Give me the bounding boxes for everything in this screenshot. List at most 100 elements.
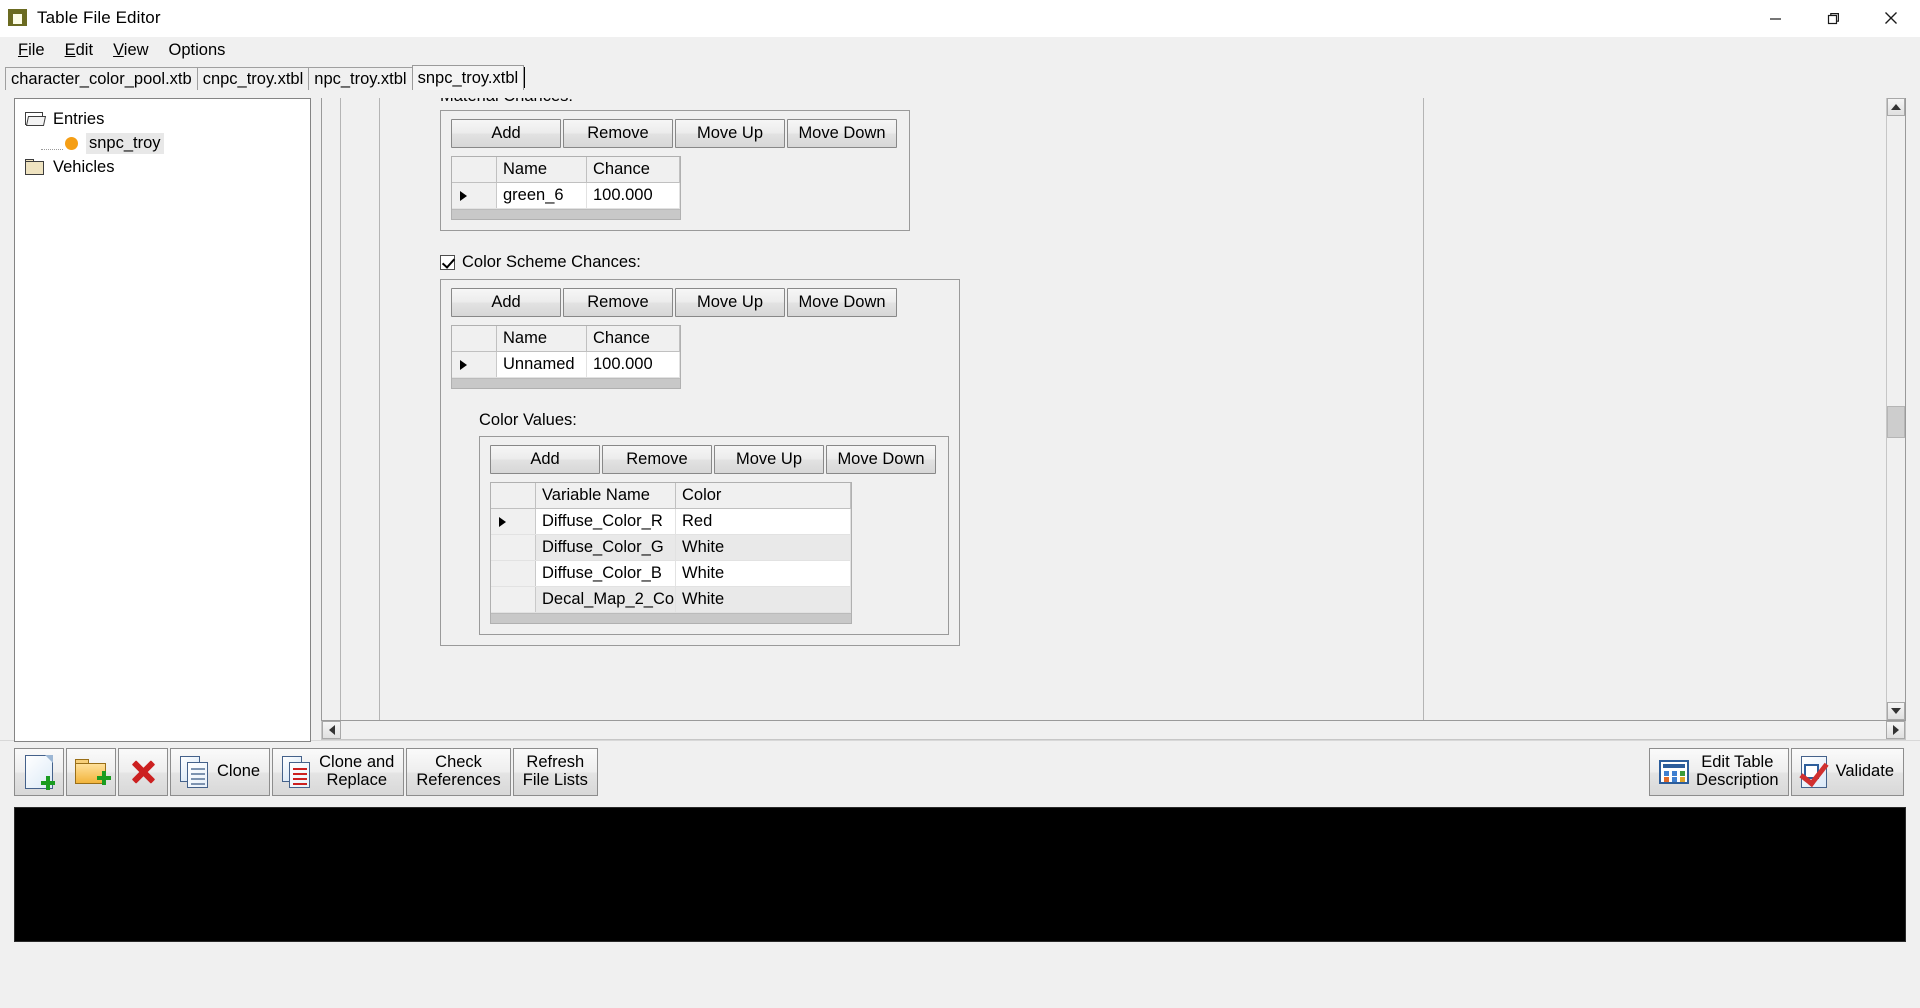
- material-chances-label: Material Chances:: [440, 98, 573, 106]
- color-values-cell-variable-name[interactable]: Diffuse_Color_B: [536, 561, 676, 586]
- menu-edit-rest: dit: [75, 40, 94, 59]
- check-references-line1: Check: [435, 753, 482, 772]
- row-marker-header: [452, 157, 497, 182]
- color-scheme-chances-frame: Add Remove Move Up Move Down Name Chance…: [440, 279, 960, 646]
- tab-character-color-pool[interactable]: character_color_pool.xtb: [5, 67, 198, 90]
- editor-vertical-scrollbar[interactable]: [1886, 98, 1905, 720]
- refresh-file-lists-button[interactable]: Refresh File Lists: [512, 748, 598, 796]
- color-scheme-chances-add-button[interactable]: Add: [451, 288, 561, 317]
- row-selector[interactable]: [491, 535, 536, 560]
- tree-node-snpc-troy[interactable]: snpc_troy: [25, 131, 310, 155]
- color-scheme-chances-col-name[interactable]: Name: [497, 326, 587, 351]
- color-values-grid-hscrollbar[interactable]: [491, 613, 851, 623]
- material-chances-move-up-button[interactable]: Move Up: [675, 119, 785, 148]
- menu-file[interactable]: File: [8, 39, 55, 62]
- material-chances-cell-chance[interactable]: 100.000: [587, 183, 680, 208]
- color-scheme-chances-cell-name[interactable]: Unnamed: [497, 352, 587, 377]
- material-chances-col-name[interactable]: Name: [497, 157, 587, 182]
- scroll-left-button[interactable]: [322, 721, 341, 739]
- row-selector[interactable]: [491, 587, 536, 612]
- color-scheme-chances-col-chance[interactable]: Chance: [587, 326, 680, 351]
- color-values-cell-variable-name[interactable]: Diffuse_Color_G: [536, 535, 676, 560]
- tab-snpc-troy[interactable]: snpc_troy.xtbl: [411, 65, 525, 90]
- tab-npc-troy[interactable]: npc_troy.xtbl: [308, 67, 413, 90]
- color-values-cell-color[interactable]: Red: [676, 509, 851, 534]
- material-chances-buttons: Add Remove Move Up Move Down: [451, 119, 899, 148]
- close-icon[interactable]: [1862, 0, 1920, 36]
- menu-options[interactable]: Options: [159, 39, 236, 62]
- color-scheme-chances-cell-chance[interactable]: 100.000: [587, 352, 680, 377]
- tree-node-entries[interactable]: Entries: [25, 107, 310, 131]
- edit-table-description-button[interactable]: Edit Table Description: [1649, 748, 1789, 796]
- color-scheme-chances-checkbox[interactable]: [440, 255, 455, 270]
- tab-cnpc-troy[interactable]: cnpc_troy.xtbl: [196, 67, 310, 90]
- color-values-col-variable-name[interactable]: Variable Name: [536, 483, 676, 508]
- scroll-up-button[interactable]: [1887, 98, 1905, 116]
- title-bar: Table File Editor: [0, 0, 1920, 37]
- color-values-cell-color[interactable]: White: [676, 535, 851, 560]
- entries-tree-panel: Entries snpc_troy Vehicles: [14, 98, 311, 742]
- row-selector[interactable]: [452, 352, 497, 377]
- color-scheme-chances-move-down-button[interactable]: Move Down: [787, 288, 897, 317]
- material-chances-remove-button[interactable]: Remove: [563, 119, 673, 148]
- table-row[interactable]: green_6 100.000: [452, 183, 680, 209]
- new-file-button[interactable]: [14, 748, 64, 796]
- color-values-add-button[interactable]: Add: [490, 445, 600, 474]
- delete-button[interactable]: [118, 748, 168, 796]
- row-marker-header: [491, 483, 536, 508]
- clone-button[interactable]: Clone: [170, 748, 271, 796]
- color-values-move-down-button[interactable]: Move Down: [826, 445, 936, 474]
- material-chances-grid[interactable]: Name Chance green_6 100.000: [451, 156, 681, 220]
- color-scheme-chances-grid-hscrollbar[interactable]: [452, 378, 680, 388]
- color-values-grid[interactable]: Variable Name Color Diffuse_Color_R Red: [490, 482, 852, 624]
- menu-edit[interactable]: Edit: [55, 39, 103, 62]
- table-row[interactable]: Decal_Map_2_Color White: [491, 587, 851, 613]
- material-chances-cell-name[interactable]: green_6: [497, 183, 587, 208]
- color-values-cell-variable-name[interactable]: Decal_Map_2_Color: [536, 587, 676, 612]
- color-scheme-chances-move-up-button[interactable]: Move Up: [675, 288, 785, 317]
- material-chances-add-button[interactable]: Add: [451, 119, 561, 148]
- tree-node-vehicles[interactable]: Vehicles: [25, 155, 310, 179]
- vertical-scroll-thumb[interactable]: [1887, 406, 1905, 438]
- material-chances-frame: Add Remove Move Up Move Down Name Chance…: [440, 110, 910, 231]
- clone-and-replace-line1: Clone and: [319, 753, 395, 772]
- check-references-button[interactable]: Check References: [406, 748, 511, 796]
- color-scheme-chances-grid[interactable]: Name Chance Unnamed 100.000: [451, 325, 681, 389]
- folder-closed-icon: [25, 159, 45, 175]
- material-chances-col-chance[interactable]: Chance: [587, 157, 680, 182]
- minimize-icon[interactable]: [1746, 0, 1804, 36]
- vertical-scroll-track[interactable]: [1887, 116, 1905, 702]
- horizontal-scroll-track[interactable]: [341, 721, 1886, 739]
- color-values-col-color[interactable]: Color: [676, 483, 851, 508]
- color-values-remove-button[interactable]: Remove: [602, 445, 712, 474]
- menu-view[interactable]: View: [103, 39, 158, 62]
- table-row[interactable]: Unnamed 100.000: [452, 352, 680, 378]
- edit-table-description-line2: Description: [1696, 771, 1779, 789]
- table-row[interactable]: Diffuse_Color_B White: [491, 561, 851, 587]
- editor-horizontal-scrollbar[interactable]: [321, 721, 1906, 740]
- row-selector[interactable]: [452, 183, 497, 208]
- color-values-buttons: Add Remove Move Up Move Down: [490, 445, 938, 474]
- material-chances-grid-hscrollbar[interactable]: [452, 209, 680, 219]
- window-controls: [1746, 0, 1920, 36]
- clone-and-replace-button[interactable]: Clone and Replace: [272, 748, 405, 796]
- table-row[interactable]: Diffuse_Color_R Red: [491, 509, 851, 535]
- editor-fields: Material Chances: Add Remove Move Up Mov…: [380, 98, 1424, 720]
- table-row[interactable]: Diffuse_Color_G White: [491, 535, 851, 561]
- color-values-cell-color[interactable]: White: [676, 561, 851, 586]
- material-chances-move-down-button[interactable]: Move Down: [787, 119, 897, 148]
- clone-and-replace-line2: Replace: [326, 771, 388, 789]
- scroll-down-button[interactable]: [1887, 702, 1905, 720]
- color-values-cell-variable-name[interactable]: Diffuse_Color_R: [536, 509, 676, 534]
- color-values-cell-color[interactable]: White: [676, 587, 851, 612]
- row-selector[interactable]: [491, 509, 536, 534]
- color-values-move-up-button[interactable]: Move Up: [714, 445, 824, 474]
- tree-leader: [41, 148, 63, 150]
- row-selector[interactable]: [491, 561, 536, 586]
- open-file-button[interactable]: [66, 748, 116, 796]
- validate-button[interactable]: Validate: [1790, 748, 1904, 796]
- color-scheme-chances-remove-button[interactable]: Remove: [563, 288, 673, 317]
- new-file-icon: [25, 755, 55, 790]
- restore-icon[interactable]: [1804, 0, 1862, 36]
- scroll-right-button[interactable]: [1886, 721, 1905, 739]
